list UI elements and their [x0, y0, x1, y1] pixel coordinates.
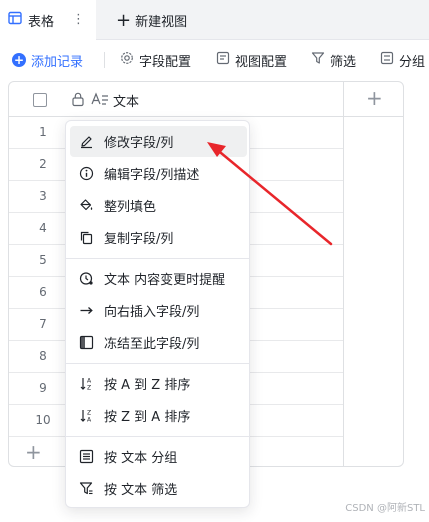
- menu-item-sort-a-z[interactable]: AZ 按 A 到 Z 排序: [70, 368, 247, 399]
- add-column-button[interactable]: +: [366, 86, 383, 110]
- menu-divider: [66, 363, 249, 364]
- menu-item-label: 按 A 到 Z 排序: [104, 378, 191, 393]
- menu-item-insert-right[interactable]: 向右插入字段/列: [70, 295, 247, 326]
- menu-item-label: 整列填色: [104, 200, 157, 215]
- arrow-right-icon: [78, 303, 94, 319]
- filter-icon: [311, 51, 330, 69]
- pencil-icon: [78, 134, 94, 150]
- filter-icon: [78, 481, 94, 497]
- field-config-label: 字段配置: [139, 54, 192, 70]
- paint-bucket-icon: [78, 198, 94, 214]
- menu-item-label: 修改字段/列: [104, 136, 174, 151]
- plus-icon: +: [116, 9, 132, 31]
- row-number: 5: [39, 253, 47, 267]
- menu-item-label: 按 Z 到 A 排序: [104, 410, 191, 425]
- tab-more-icon[interactable]: ⋮: [72, 12, 85, 27]
- svg-text:A: A: [87, 378, 92, 385]
- group-icon: [78, 449, 94, 465]
- select-all-checkbox[interactable]: [33, 93, 47, 107]
- menu-item-edit-description[interactable]: 编辑字段/列描述: [70, 158, 247, 189]
- row-number: 8: [39, 349, 47, 363]
- svg-text:Z: Z: [87, 410, 91, 417]
- watermark-text: CSDN @阿新STL: [345, 503, 425, 514]
- svg-text:Z: Z: [87, 385, 91, 392]
- filter-label: 筛选: [330, 54, 357, 70]
- menu-item-copy-field[interactable]: 复制字段/列: [70, 222, 247, 253]
- group-label: 分组: [399, 54, 426, 70]
- group-icon: [380, 51, 399, 69]
- menu-item-freeze[interactable]: 冻结至此字段/列: [70, 327, 247, 358]
- tab-table-view[interactable]: 表格 ⋮: [0, 0, 96, 40]
- row-number: 3: [39, 189, 47, 203]
- menu-item-change-reminder[interactable]: 文本 内容变更时提醒: [70, 263, 247, 294]
- menu-item-label: 按 文本 分组: [104, 451, 178, 466]
- row-number: 1: [39, 125, 47, 139]
- copy-icon: [78, 230, 94, 246]
- menu-item-label: 文本 内容变更时提醒: [104, 273, 226, 288]
- column-header-text[interactable]: 文本: [113, 91, 139, 110]
- group-button[interactable]: 分组: [380, 40, 425, 80]
- view-config-icon: [216, 51, 235, 69]
- view-config-label: 视图配置: [235, 54, 288, 70]
- menu-item-label: 向右插入字段/列: [104, 305, 200, 320]
- reminder-icon: [78, 271, 94, 287]
- freeze-icon: [78, 335, 94, 351]
- menu-item-label: 按 文本 筛选: [104, 483, 178, 498]
- new-view-button[interactable]: + 新建视图: [116, 0, 187, 40]
- filter-button[interactable]: 筛选: [311, 40, 356, 80]
- tab-label: 表格: [28, 14, 55, 30]
- column-divider: [343, 82, 344, 466]
- grid-header: 文本 +: [9, 82, 403, 117]
- new-view-label: 新建视图: [135, 14, 188, 30]
- menu-divider: [66, 258, 249, 259]
- menu-divider: [66, 436, 249, 437]
- row-number: 4: [39, 221, 47, 235]
- menu-item-filter-by[interactable]: 按 文本 筛选: [70, 473, 247, 504]
- row-number: 7: [39, 317, 47, 331]
- row-number: 9: [39, 381, 47, 395]
- view-config-button[interactable]: 视图配置: [216, 40, 287, 80]
- lock-icon: [71, 91, 85, 111]
- svg-text:A: A: [87, 417, 92, 424]
- add-record-label: 添加记录: [31, 54, 84, 70]
- sort-za-icon: ZA: [78, 408, 94, 424]
- menu-item-fill-column[interactable]: 整列填色: [70, 190, 247, 221]
- view-tab-bar: 表格 ⋮ + 新建视图: [0, 0, 429, 40]
- field-config-button[interactable]: 字段配置: [120, 40, 191, 80]
- menu-item-group-by[interactable]: 按 文本 分组: [70, 441, 247, 472]
- menu-item-label: 复制字段/列: [104, 232, 174, 247]
- text-field-icon: [91, 91, 109, 111]
- menu-item-label: 冻结至此字段/列: [104, 337, 200, 352]
- row-number: 6: [39, 285, 47, 299]
- add-circle-icon: +: [12, 53, 26, 67]
- column-context-menu: 修改字段/列 编辑字段/列描述 整列填色 复制字段/列 文本 内容变更时提醒 向…: [65, 120, 250, 508]
- add-row-button[interactable]: +: [25, 440, 42, 464]
- toolbar-divider: [104, 52, 105, 68]
- row-number: 10: [35, 413, 51, 427]
- info-icon: [78, 166, 94, 182]
- menu-item-label: 编辑字段/列描述: [104, 168, 200, 183]
- gear-icon: [120, 51, 139, 69]
- sort-az-icon: AZ: [78, 376, 94, 392]
- menu-item-edit-field[interactable]: 修改字段/列: [70, 126, 247, 157]
- add-record-button[interactable]: + 添加记录: [12, 40, 83, 80]
- row-number: 2: [39, 157, 47, 171]
- menu-item-sort-z-a[interactable]: ZA 按 Z 到 A 排序: [70, 400, 247, 431]
- table-icon: [8, 11, 22, 29]
